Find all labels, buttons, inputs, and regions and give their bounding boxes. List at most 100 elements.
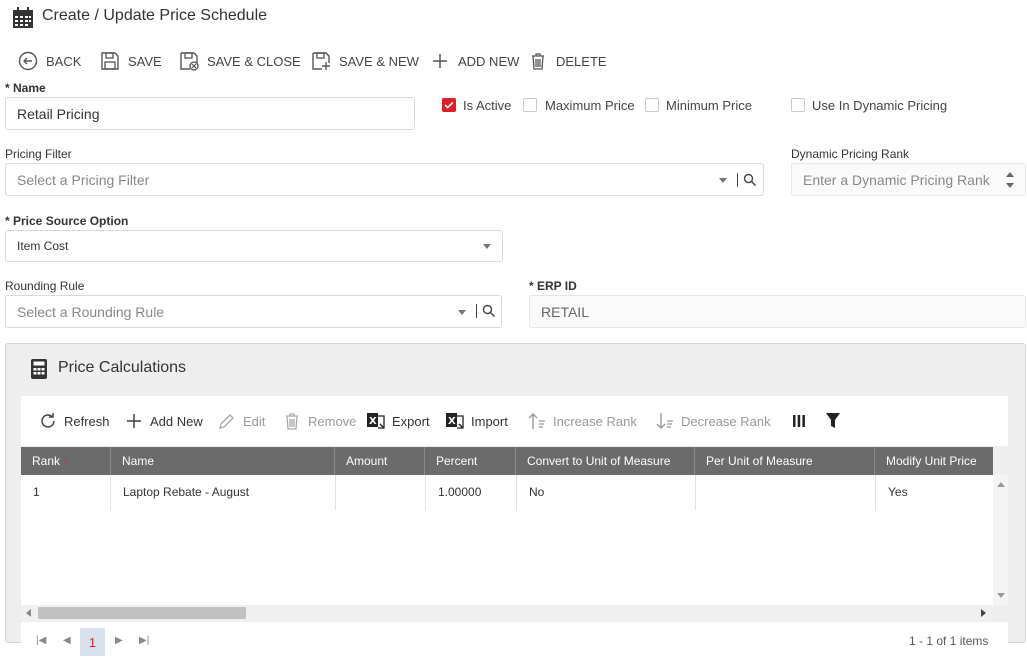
search-icon[interactable] [743, 173, 757, 187]
filter-icon[interactable] [825, 412, 841, 430]
save-icon [101, 52, 119, 70]
save-close-label: SAVE & CLOSE [207, 53, 301, 69]
import-button[interactable]: X Import [445, 410, 508, 432]
cell-rank[interactable]: 1 [21, 475, 111, 510]
spin-up-icon[interactable] [1006, 172, 1014, 177]
cell-modify-unit-price[interactable]: Yes [876, 475, 993, 510]
scroll-left-icon[interactable] [26, 609, 31, 617]
refresh-button[interactable]: Refresh [38, 410, 110, 432]
calendar-icon [13, 7, 33, 28]
pricing-filter-select[interactable]: Select a Pricing Filter [5, 163, 764, 196]
chevron-down-icon[interactable] [719, 178, 727, 183]
column-percent[interactable]: Percent [425, 447, 516, 475]
pager [21, 622, 1008, 662]
add-new-label: ADD NEW [458, 53, 520, 69]
remove-button[interactable]: Remove [282, 410, 356, 432]
chevron-down-icon[interactable] [458, 310, 466, 315]
spin-down-icon[interactable] [1006, 183, 1014, 188]
column-per-uom[interactable]: Per Unit of Measure [695, 447, 875, 475]
erp-id-value: RETAIL [541, 303, 589, 320]
cell-convert-uom[interactable]: No [517, 475, 696, 510]
is-active-checkbox[interactable] [442, 98, 456, 112]
trash-icon [532, 53, 544, 70]
remove-label: Remove [308, 413, 357, 429]
sort-down-icon [656, 413, 673, 429]
decrease-rank-label: Decrease Rank [681, 413, 771, 429]
search-icon[interactable] [482, 304, 496, 318]
scroll-up-icon[interactable] [997, 482, 1005, 487]
is-active-label: Is Active [463, 98, 512, 113]
divider [476, 304, 477, 318]
name-value: Retail Pricing [17, 105, 100, 122]
minimum-price-checkbox[interactable] [645, 98, 659, 112]
cell-percent[interactable]: 1.00000 [426, 475, 517, 510]
prev-page-icon[interactable]: ◀ [63, 635, 71, 646]
erp-id-input[interactable]: RETAIL [529, 295, 1026, 328]
columns-icon[interactable] [792, 414, 806, 428]
svg-text:X: X [369, 416, 377, 427]
decrease-rank-button[interactable]: Decrease Rank [655, 410, 771, 432]
current-page[interactable]: 1 [80, 628, 105, 656]
pencil-icon [219, 414, 234, 429]
cell-per-uom[interactable] [696, 475, 876, 510]
horizontal-scroll-thumb[interactable] [38, 607, 246, 619]
edit-label: Edit [243, 413, 266, 429]
plus-icon [127, 414, 141, 428]
cell-name[interactable]: Laptop Rebate - August [111, 475, 336, 510]
chevron-down-icon[interactable] [483, 244, 491, 249]
dynamic-rank-input[interactable]: Enter a Dynamic Pricing Rank [791, 163, 1026, 196]
pager-info: 1 - 1 of 1 items [909, 634, 989, 648]
column-modify-unit-price[interactable]: Modify Unit Price [875, 447, 993, 475]
scroll-down-icon[interactable] [997, 593, 1005, 598]
scroll-right-icon[interactable] [981, 609, 986, 617]
back-button[interactable]: BACK [18, 50, 81, 72]
increase-rank-label: Increase Rank [553, 413, 637, 429]
excel-import-icon: X [446, 413, 464, 429]
back-label: BACK [46, 53, 82, 69]
save-close-button[interactable]: SAVE & CLOSE [179, 50, 301, 72]
dynamic-pricing-checkbox[interactable] [791, 98, 805, 112]
import-label: Import [471, 413, 508, 429]
save-new-button[interactable]: SAVE & NEW [311, 50, 419, 72]
export-label: Export [392, 413, 430, 429]
cell-amount[interactable] [336, 475, 426, 510]
column-name[interactable]: Name [111, 447, 335, 475]
grid-add-new-button[interactable]: Add New [124, 410, 203, 432]
last-page-icon[interactable]: ▶| [139, 635, 149, 646]
column-convert-uom[interactable]: Convert to Unit of Measure [516, 447, 695, 475]
back-arrow-icon [18, 51, 38, 71]
refresh-label: Refresh [64, 413, 110, 429]
minimum-price-label: Minimum Price [666, 98, 752, 113]
page-title: Create / Update Price Schedule [42, 7, 268, 24]
divider [737, 173, 738, 187]
vertical-scrollbar[interactable] [993, 475, 1008, 605]
column-rank-label: Rank [32, 454, 61, 468]
save-new-label: SAVE & NEW [339, 53, 419, 69]
name-label: * Name [5, 81, 46, 95]
rounding-rule-select[interactable]: Select a Rounding Rule [5, 295, 502, 328]
save-button[interactable]: SAVE [100, 50, 162, 72]
rounding-rule-placeholder: Select a Rounding Rule [17, 303, 165, 320]
price-source-value: Item Cost [17, 239, 69, 253]
delete-button[interactable]: DELETE [528, 50, 607, 72]
next-page-icon[interactable]: ▶ [115, 635, 123, 646]
grid-add-new-label: Add New [150, 413, 203, 429]
column-rank[interactable]: Rank ↑ [21, 447, 111, 475]
trash-icon [286, 413, 298, 430]
svg-text:X: X [448, 416, 456, 427]
price-source-select[interactable]: Item Cost [5, 230, 503, 262]
pricing-filter-placeholder: Select a Pricing Filter [17, 171, 150, 188]
refresh-icon [41, 413, 55, 428]
add-new-button[interactable]: ADD NEW [430, 50, 519, 72]
edit-button[interactable]: Edit [217, 410, 265, 432]
maximum-price-checkbox[interactable] [523, 98, 537, 112]
excel-export-icon: X [367, 413, 385, 429]
dynamic-rank-label: Dynamic Pricing Rank [791, 147, 910, 161]
first-page-icon[interactable]: |◀ [36, 635, 46, 646]
sort-asc-icon: ↑ [63, 457, 69, 468]
name-input[interactable]: Retail Pricing [5, 97, 415, 130]
export-button[interactable]: X Export [366, 410, 430, 432]
increase-rank-button[interactable]: Increase Rank [527, 410, 637, 432]
column-amount[interactable]: Amount [335, 447, 425, 475]
dynamic-pricing-label: Use In Dynamic Pricing [812, 98, 948, 113]
